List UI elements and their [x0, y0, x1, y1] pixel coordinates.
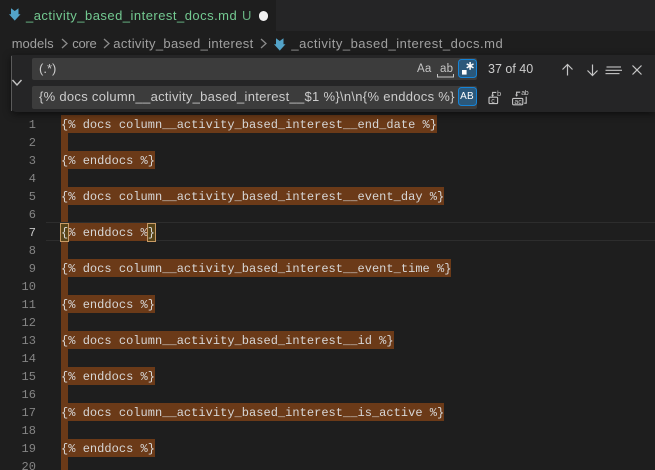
svg-text:ac: ac: [514, 98, 522, 105]
svg-text:b: b: [497, 90, 501, 98]
svg-text:ab: ab: [521, 90, 529, 97]
svg-text:c: c: [491, 98, 495, 105]
